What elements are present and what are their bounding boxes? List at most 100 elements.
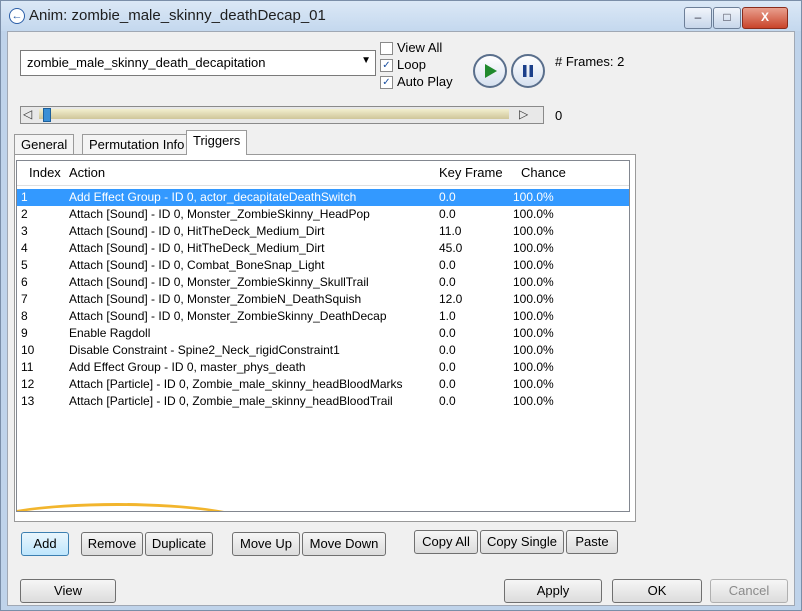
- column-chance[interactable]: Chance: [521, 165, 566, 180]
- row-action: Attach [Sound] - ID 0, Monster_ZombieSki…: [69, 309, 387, 323]
- play-button[interactable]: [473, 54, 507, 88]
- anim-window: ← Anim: zombie_male_skinny_deathDecap_01…: [0, 0, 802, 611]
- row-key-frame: 0.0: [439, 207, 456, 221]
- table-row[interactable]: 4 Attach [Sound] - ID 0, HitTheDeck_Mediu…: [17, 240, 629, 257]
- play-icon: [485, 63, 497, 78]
- slider-end-icon[interactable]: ▷: [519, 107, 528, 121]
- row-action: Disable Constraint - Spine2_Neck_rigidCo…: [69, 343, 340, 357]
- tab-triggers[interactable]: Triggers: [186, 130, 248, 155]
- tab-permutation-info[interactable]: Permutation Info: [82, 134, 192, 155]
- move-down-button[interactable]: Move Down: [302, 532, 386, 556]
- paste-button[interactable]: Paste: [566, 530, 618, 554]
- minimize-button[interactable]: –: [684, 7, 712, 29]
- row-chance: 100.0%: [513, 224, 554, 238]
- row-key-frame: 45.0: [439, 241, 463, 255]
- remove-button[interactable]: Remove: [81, 532, 143, 556]
- table-row[interactable]: 11 Add Effect Group - ID 0, master_phys_d…: [17, 359, 629, 376]
- row-chance: 100.0%: [513, 343, 554, 357]
- row-index: 10: [21, 343, 35, 357]
- row-index: 9: [21, 326, 28, 340]
- column-index[interactable]: Index: [29, 165, 61, 180]
- row-index: 12: [21, 377, 35, 391]
- add-button[interactable]: Add: [21, 532, 69, 556]
- animation-select-value: zombie_male_skinny_death_decapitation: [27, 55, 266, 70]
- table-row[interactable]: 2 Attach [Sound] - ID 0, Monster_ZombieSk…: [17, 206, 629, 223]
- loop-label: Loop: [397, 57, 426, 72]
- row-chance: 100.0%: [513, 258, 554, 272]
- duplicate-button[interactable]: Duplicate: [145, 532, 213, 556]
- view-button[interactable]: View: [20, 579, 116, 603]
- window-title: Anim: zombie_male_skinny_deathDecap_01: [29, 7, 326, 24]
- annotation-ellipse: [17, 503, 258, 511]
- slider-start-icon[interactable]: ◁: [23, 107, 32, 121]
- frames-label: # Frames:: [555, 54, 614, 69]
- row-chance: 100.0%: [513, 377, 554, 391]
- row-action: Attach [Sound] - ID 0, Monster_ZombieN_D…: [69, 292, 362, 306]
- row-action: Enable Ragdoll: [69, 326, 151, 340]
- row-index: 8: [21, 309, 28, 323]
- table-row[interactable]: 7 Attach [Sound] - ID 0, Monster_ZombieN_…: [17, 291, 629, 308]
- frame-slider[interactable]: ◁ ▷: [20, 106, 544, 124]
- table-row[interactable]: 6 Attach [Sound] - ID 0, Monster_ZombieSk…: [17, 274, 629, 291]
- auto-play-checkbox[interactable]: ✓ Auto Play: [380, 74, 453, 90]
- table-row[interactable]: 12 Attach [Particle] - ID 0, Zombie_male_…: [17, 376, 629, 393]
- frames-readout: # Frames: 2: [555, 54, 624, 69]
- row-key-frame: 0.0: [439, 190, 456, 204]
- row-key-frame: 12.0: [439, 292, 463, 306]
- row-action: Attach [Sound] - ID 0, HitTheDeck_Medium…: [69, 224, 325, 238]
- slider-thumb[interactable]: [43, 108, 51, 122]
- back-arrow-icon[interactable]: ←: [9, 8, 25, 24]
- check-icon[interactable]: ✓: [380, 76, 393, 90]
- row-chance: 100.0%: [513, 190, 554, 204]
- row-action: Attach [Particle] - ID 0, Zombie_male_sk…: [69, 394, 393, 408]
- cancel-button: Cancel: [710, 579, 788, 603]
- row-chance: 100.0%: [513, 309, 554, 323]
- apply-button[interactable]: Apply: [504, 579, 602, 603]
- table-row[interactable]: 10 Disable Constraint - Spine2_Neck_rigid…: [17, 342, 629, 359]
- row-key-frame: 0.0: [439, 343, 456, 357]
- table-row[interactable]: 8 Attach [Sound] - ID 0, Monster_ZombieSk…: [17, 308, 629, 325]
- table-row[interactable]: 5 Attach [Sound] - ID 0, Combat_BoneSnap_…: [17, 257, 629, 274]
- chevron-down-icon[interactable]: ▼: [361, 55, 371, 66]
- row-key-frame: 0.0: [439, 360, 456, 374]
- row-action: Add Effect Group - ID 0, actor_decapitat…: [69, 190, 357, 204]
- column-action[interactable]: Action: [69, 165, 105, 180]
- row-key-frame: 0.0: [439, 394, 456, 408]
- pause-icon: [523, 64, 533, 77]
- row-key-frame: 0.0: [439, 275, 456, 289]
- row-key-frame: 0.0: [439, 326, 456, 340]
- copy-all-button[interactable]: Copy All: [414, 530, 478, 554]
- row-chance: 100.0%: [513, 394, 554, 408]
- close-button[interactable]: X: [742, 7, 788, 29]
- maximize-button[interactable]: □: [713, 7, 741, 29]
- row-chance: 100.0%: [513, 207, 554, 221]
- table-row[interactable]: 1 Add Effect Group - ID 0, actor_decapita…: [17, 189, 629, 206]
- animation-select[interactable]: zombie_male_skinny_death_decapitation ▼: [20, 50, 376, 76]
- table-row[interactable]: 9 Enable Ragdoll 0.0 100.0%: [17, 325, 629, 342]
- slider-track[interactable]: [39, 109, 509, 119]
- loop-checkbox[interactable]: ✓ Loop: [380, 57, 426, 73]
- row-index: 11: [21, 360, 34, 374]
- row-chance: 100.0%: [513, 326, 554, 340]
- check-icon[interactable]: ✓: [380, 59, 393, 73]
- view-all-checkbox[interactable]: View All: [380, 40, 443, 56]
- copy-single-button[interactable]: Copy Single: [480, 530, 564, 554]
- row-key-frame: 0.0: [439, 377, 456, 391]
- move-up-button[interactable]: Move Up: [232, 532, 300, 556]
- triggers-list[interactable]: Index Action Key Frame Chance 1 Add Effec…: [16, 160, 630, 512]
- column-key-frame[interactable]: Key Frame: [439, 165, 503, 180]
- row-index: 13: [21, 394, 35, 408]
- frames-value: 2: [617, 54, 625, 69]
- row-key-frame: 0.0: [439, 258, 456, 272]
- row-action: Add Effect Group - ID 0, master_phys_dea…: [69, 360, 306, 374]
- pause-button[interactable]: [511, 54, 545, 88]
- checkbox-box[interactable]: [380, 42, 393, 56]
- row-index: 2: [21, 207, 28, 221]
- row-action: Attach [Sound] - ID 0, Combat_BoneSnap_L…: [69, 258, 325, 272]
- row-action: Attach [Sound] - ID 0, Monster_ZombieSki…: [69, 275, 369, 289]
- table-row[interactable]: 3 Attach [Sound] - ID 0, HitTheDeck_Mediu…: [17, 223, 629, 240]
- ok-button[interactable]: OK: [612, 579, 702, 603]
- table-row[interactable]: 13 Attach [Particle] - ID 0, Zombie_male_…: [17, 393, 629, 410]
- view-all-label: View All: [397, 40, 443, 55]
- tab-general[interactable]: General: [14, 134, 75, 155]
